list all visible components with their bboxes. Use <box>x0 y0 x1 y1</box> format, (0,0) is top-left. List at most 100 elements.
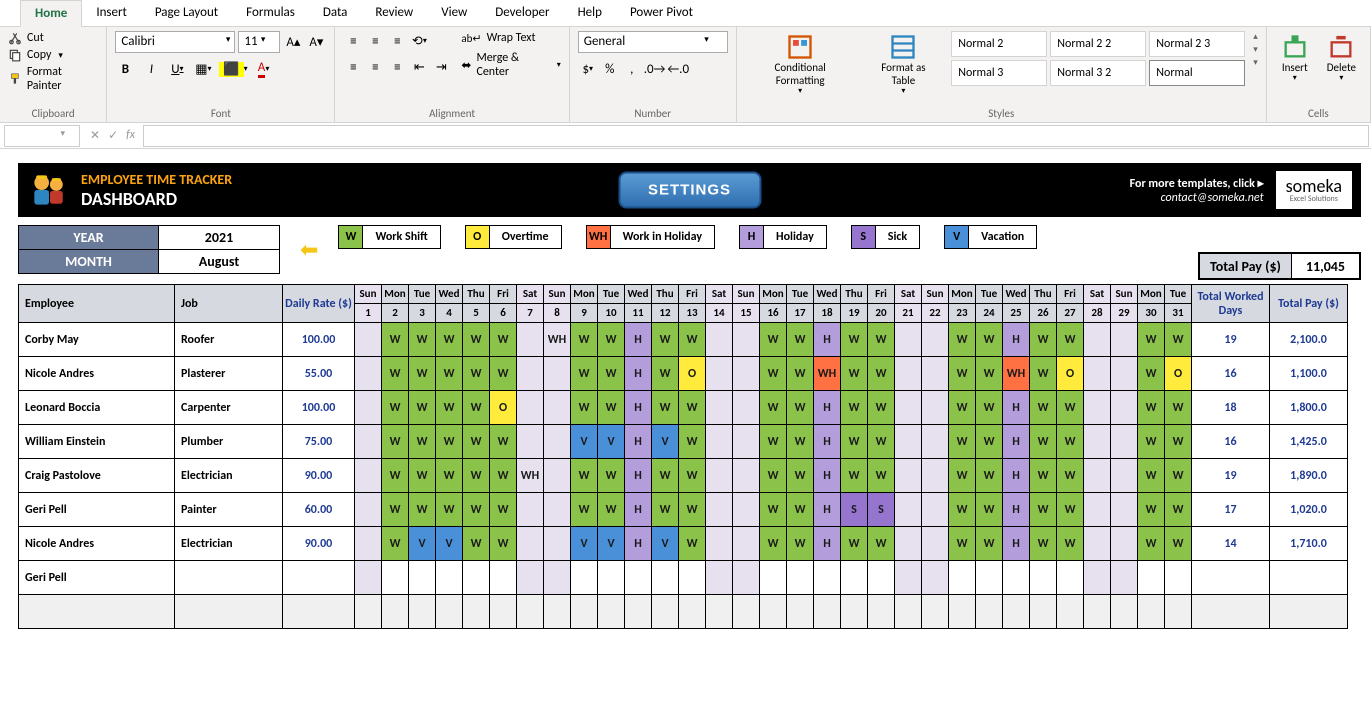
day-cell[interactable]: W <box>463 357 490 391</box>
day-cell[interactable]: W <box>436 391 463 425</box>
day-cell[interactable] <box>1057 561 1084 595</box>
day-cell[interactable]: W <box>436 425 463 459</box>
day-cell[interactable] <box>895 357 922 391</box>
day-cell[interactable]: W <box>787 527 814 561</box>
align-top-button[interactable]: ≡ <box>343 31 363 51</box>
shrink-font-button[interactable]: A▾ <box>306 32 326 52</box>
year-value[interactable]: 2021 <box>159 226 279 249</box>
day-cell[interactable] <box>1084 425 1111 459</box>
day-cell[interactable] <box>679 561 706 595</box>
day-cell[interactable]: W <box>841 459 868 493</box>
day-cell[interactable]: W <box>490 527 517 561</box>
day-cell[interactable]: W <box>679 527 706 561</box>
day-cell[interactable] <box>922 527 949 561</box>
day-cell[interactable]: H <box>814 391 841 425</box>
format-painter-button[interactable]: Format Painter <box>8 65 98 93</box>
day-cell[interactable]: H <box>625 425 652 459</box>
day-cell[interactable] <box>1084 357 1111 391</box>
day-cell[interactable] <box>355 323 382 357</box>
grow-font-button[interactable]: A▴ <box>283 32 303 52</box>
day-cell[interactable] <box>517 357 544 391</box>
accounting-format-button[interactable]: $▾ <box>578 59 598 79</box>
day-cell[interactable] <box>733 391 760 425</box>
percent-button[interactable]: % <box>600 59 620 79</box>
day-cell[interactable]: W <box>652 493 679 527</box>
day-cell[interactable]: W <box>787 459 814 493</box>
day-cell[interactable]: H <box>1003 323 1030 357</box>
day-cell[interactable] <box>1111 323 1138 357</box>
day-cell[interactable] <box>355 357 382 391</box>
day-cell[interactable] <box>706 527 733 561</box>
day-cell[interactable]: W <box>598 391 625 425</box>
day-cell[interactable] <box>652 561 679 595</box>
day-cell[interactable]: W <box>382 323 409 357</box>
day-cell[interactable]: W <box>949 323 976 357</box>
day-cell[interactable]: H <box>814 459 841 493</box>
wrap-text-button[interactable]: ab↵Wrap Text <box>461 31 560 45</box>
day-cell[interactable] <box>382 561 409 595</box>
day-cell[interactable] <box>544 561 571 595</box>
day-cell[interactable]: W <box>787 357 814 391</box>
day-cell[interactable] <box>706 459 733 493</box>
day-cell[interactable]: W <box>1138 391 1165 425</box>
day-cell[interactable] <box>895 425 922 459</box>
day-cell[interactable]: W <box>463 391 490 425</box>
day-cell[interactable]: W <box>463 527 490 561</box>
day-cell[interactable] <box>598 561 625 595</box>
day-cell[interactable] <box>706 323 733 357</box>
tab-power-pivot[interactable]: Power Pivot <box>616 0 707 26</box>
day-cell[interactable] <box>409 561 436 595</box>
day-cell[interactable]: V <box>409 527 436 561</box>
styles-scroll-down[interactable]: ▾ <box>1253 44 1258 55</box>
day-cell[interactable]: W <box>976 459 1003 493</box>
name-box[interactable]: ▾ <box>4 125 80 147</box>
day-cell[interactable]: H <box>1003 425 1030 459</box>
day-cell[interactable] <box>544 527 571 561</box>
number-format-select[interactable]: General▾ <box>578 31 728 53</box>
day-cell[interactable]: W <box>1138 493 1165 527</box>
day-cell[interactable]: W <box>1138 459 1165 493</box>
day-cell[interactable]: W <box>490 493 517 527</box>
day-cell[interactable] <box>490 561 517 595</box>
day-cell[interactable] <box>355 561 382 595</box>
day-cell[interactable] <box>895 391 922 425</box>
day-cell[interactable] <box>922 357 949 391</box>
day-cell[interactable] <box>355 425 382 459</box>
day-cell[interactable]: W <box>382 493 409 527</box>
day-cell[interactable]: O <box>1165 357 1192 391</box>
day-cell[interactable]: V <box>598 425 625 459</box>
day-cell[interactable]: W <box>1138 527 1165 561</box>
tab-view[interactable]: View <box>427 0 481 26</box>
day-cell[interactable] <box>706 561 733 595</box>
day-cell[interactable]: W <box>1138 425 1165 459</box>
merge-center-button[interactable]: ⬌Merge & Center▾ <box>461 51 560 79</box>
cancel-formula-button[interactable]: ✕ <box>90 128 100 143</box>
day-cell[interactable]: W <box>1165 493 1192 527</box>
day-cell[interactable]: W <box>1165 391 1192 425</box>
day-cell[interactable] <box>517 425 544 459</box>
day-cell[interactable] <box>976 561 1003 595</box>
day-cell[interactable] <box>706 391 733 425</box>
decrease-decimal-button[interactable]: ←.0 <box>667 59 689 79</box>
day-cell[interactable]: W <box>652 357 679 391</box>
day-cell[interactable]: W <box>1030 323 1057 357</box>
day-cell[interactable]: V <box>571 425 598 459</box>
day-cell[interactable] <box>544 357 571 391</box>
day-cell[interactable]: W <box>679 323 706 357</box>
day-cell[interactable]: W <box>1057 391 1084 425</box>
day-cell[interactable] <box>517 561 544 595</box>
indent-increase-button[interactable]: ⇥ <box>431 57 451 77</box>
day-cell[interactable] <box>544 391 571 425</box>
day-cell[interactable]: H <box>814 527 841 561</box>
day-cell[interactable] <box>760 561 787 595</box>
tab-page-layout[interactable]: Page Layout <box>141 0 232 26</box>
day-cell[interactable] <box>733 425 760 459</box>
day-cell[interactable] <box>922 323 949 357</box>
day-cell[interactable]: W <box>1057 493 1084 527</box>
tab-developer[interactable]: Developer <box>481 0 563 26</box>
day-cell[interactable] <box>895 493 922 527</box>
day-cell[interactable]: W <box>409 357 436 391</box>
day-cell[interactable]: W <box>949 493 976 527</box>
day-cell[interactable]: W <box>1057 323 1084 357</box>
day-cell[interactable] <box>1084 391 1111 425</box>
